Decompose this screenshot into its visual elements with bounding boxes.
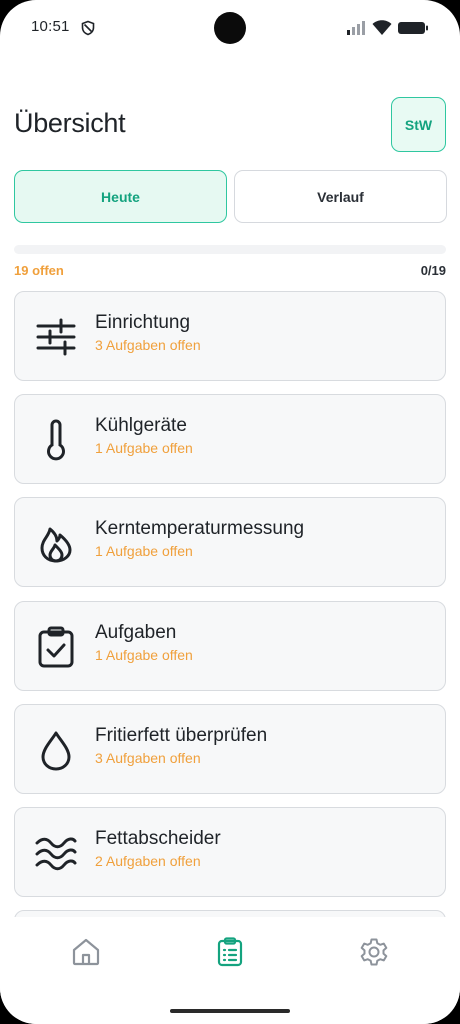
home-indicator <box>170 1009 290 1013</box>
bottom-navigation <box>0 917 460 1024</box>
thermometer-icon <box>47 419 65 461</box>
clipboard-check-icon <box>38 626 74 668</box>
card-title: Fettabscheider <box>95 828 221 849</box>
status-time: 10:51 <box>31 18 70 35</box>
front-camera <box>214 12 246 44</box>
wifi-icon <box>372 20 392 35</box>
flame-icon <box>40 527 72 563</box>
cellular-signal-icon <box>347 21 365 35</box>
gear-icon[interactable] <box>359 937 389 967</box>
category-card-fettabscheider[interactable]: Fettabscheider 2 Aufgaben offen <box>14 807 446 897</box>
category-card-aufgaben[interactable]: Aufgaben 1 Aufgabe offen <box>14 601 446 691</box>
tab-today[interactable]: Heute <box>14 170 227 223</box>
page-title: Übersicht <box>14 108 126 138</box>
card-title: Kerntemperaturmessung <box>95 518 305 539</box>
category-card-fritierfett[interactable]: Fritierfett überprüfen 3 Aufgaben offen <box>14 704 446 794</box>
card-subtitle: 1 Aufgabe offen <box>95 543 193 559</box>
droplet-icon <box>41 731 71 771</box>
progress-bar <box>14 245 446 254</box>
card-subtitle: 1 Aufgabe offen <box>95 440 193 456</box>
home-icon[interactable] <box>71 937 101 967</box>
user-avatar-button[interactable]: StW <box>391 97 446 152</box>
progress-ratio-label: 0/19 <box>420 263 446 278</box>
status-bar: 10:51 <box>0 0 460 56</box>
tab-history[interactable]: Verlauf <box>234 170 447 223</box>
clipboard-list-icon[interactable] <box>215 937 245 967</box>
category-card-kuehlgeraete[interactable]: Kühlgeräte 1 Aufgabe offen <box>14 394 446 484</box>
open-count-label: 19 offen <box>14 263 64 278</box>
card-subtitle: 1 Aufgabe offen <box>95 647 193 663</box>
sliders-icon <box>36 318 76 356</box>
card-title: Aufgaben <box>95 622 177 643</box>
card-subtitle: 3 Aufgaben offen <box>95 750 201 766</box>
category-card-kerntemperaturmessung[interactable]: Kerntemperaturmessung 1 Aufgabe offen <box>14 497 446 587</box>
card-subtitle: 2 Aufgaben offen <box>95 853 201 869</box>
waves-icon <box>35 837 77 871</box>
shield-icon <box>81 20 95 36</box>
category-list: Einrichtung 3 Aufgaben offen Kühlgeräte … <box>14 291 446 917</box>
card-title: Kühlgeräte <box>95 415 187 436</box>
battery-icon <box>398 22 428 34</box>
card-title: Einrichtung <box>95 312 191 333</box>
phone-screen: 10:51 Übersicht StW Heute Verlauf 19 off… <box>0 0 460 1024</box>
card-title: Fritierfett überprüfen <box>95 725 268 746</box>
category-card-partial[interactable] <box>14 910 446 917</box>
category-card-einrichtung[interactable]: Einrichtung 3 Aufgaben offen <box>14 291 446 381</box>
card-subtitle: 3 Aufgaben offen <box>95 337 201 353</box>
